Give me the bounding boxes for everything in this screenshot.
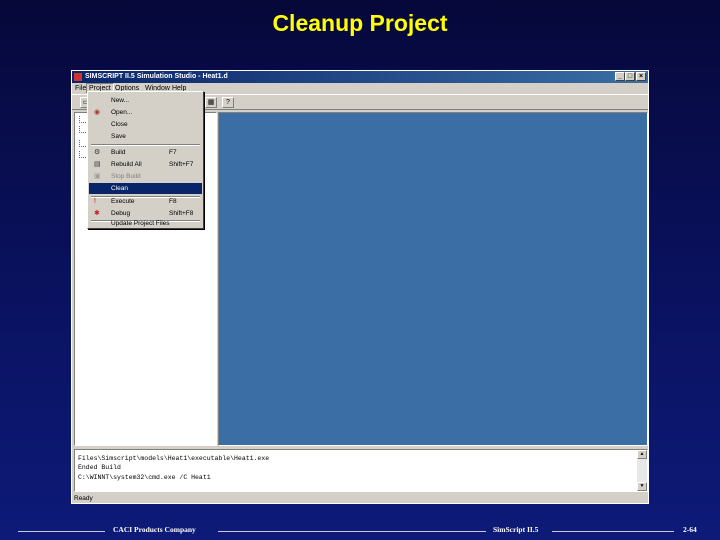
footer-page-number: 2-64 [683,525,697,534]
stop-icon: ▣ [94,173,101,180]
app-icon [74,73,82,81]
output-line: C:\WINNT\system32\cmd.exe /C Heat1 [78,474,211,481]
footer-rule [552,531,674,532]
execute-icon: ! [94,198,96,205]
footer-product: SimScript II.5 [493,525,539,534]
output-pane[interactable]: Files\Simscript\models\Heat1\executable\… [74,449,648,492]
menu-item-label: New... [111,97,130,104]
window-title: SIMSCRIPT II.5 Simulation Studio - Heat1… [85,73,228,80]
menu-item-stop-build: ▣ Stop Build [89,171,202,182]
scroll-up-icon[interactable]: ▲ [637,450,647,459]
editor-workspace[interactable] [218,112,648,446]
menu-item-open[interactable]: ◉ Open... [89,107,202,118]
footer-rule [18,531,105,532]
menu-item-label: Stop Build [111,173,141,180]
output-scrollbar[interactable]: ▲ ▼ [637,450,647,491]
slide-footer: CACI Products Company SimScript II.5 2-6… [0,524,720,538]
close-button[interactable]: × [636,72,646,81]
menu-item-close[interactable]: Close [89,119,202,130]
output-line: Files\Simscript\models\Heat1\executable\… [78,455,270,462]
scroll-down-icon[interactable]: ▼ [637,482,647,491]
menu-item-label: Execute [111,198,135,205]
maximize-button[interactable]: □ [625,72,635,81]
slide-title: Cleanup Project [272,10,448,36]
menu-item-shortcut: F7 [169,149,177,156]
menu-item-execute[interactable]: ! Execute F8 [89,196,202,207]
open-icon: ◉ [94,109,101,116]
toolbar-help-icon[interactable]: ? [222,97,234,108]
debug-icon: ✱ [94,210,100,217]
output-line: Ended Build [78,464,121,471]
status-bar: Ready [74,495,93,502]
menu-item-rebuild-all[interactable]: ▤ Rebuild All Shift+F7 [89,159,202,170]
menu-item-build[interactable]: ⚙ Build F7 [89,147,202,158]
minimize-button[interactable]: _ [615,72,625,81]
footer-rule [218,531,486,532]
menu-item-update-project-files[interactable]: Update Project Files [89,218,202,229]
project-dropdown-menu: New... ◉ Open... Close Save ⚙ Build F7 ▤… [87,91,204,229]
window-titlebar[interactable]: SIMSCRIPT II.5 Simulation Studio - Heat1… [72,71,648,83]
menu-item-shortcut: F8 [169,198,177,205]
menu-item-label: Open... [111,109,133,116]
menu-item-clean[interactable]: Clean [89,183,202,194]
rebuild-icon: ▤ [94,161,101,168]
menu-item-save[interactable]: Save [89,131,202,142]
menu-item-label: Rebuild All [111,161,142,168]
menu-separator [91,144,200,146]
footer-company: CACI Products Company [113,525,196,534]
menu-item-label: Update Project Files [111,220,170,227]
menu-item-label: Clean [111,185,128,192]
menu-file[interactable]: File [75,83,86,94]
toolbar-build-icon[interactable]: ▦ [205,97,217,108]
menu-item-label: Close [111,121,128,128]
menu-item-label: Save [111,133,126,140]
menu-item-new[interactable]: New... [89,95,202,106]
menu-item-shortcut: Shift+F7 [169,161,194,168]
menu-item-label: Build [111,149,126,156]
build-icon: ⚙ [94,149,101,156]
